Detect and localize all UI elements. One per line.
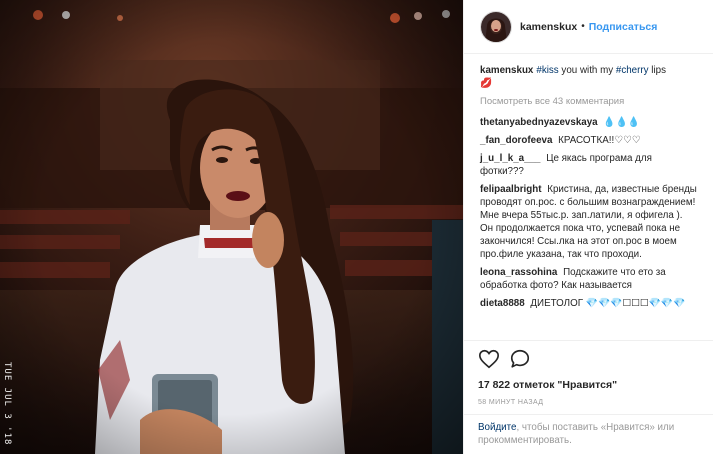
header-username[interactable]: kamenskux [520,21,577,33]
likes-count[interactable]: 17 822 отметок "Нравится" [478,379,702,391]
lips-emoji: 💋 [480,78,493,89]
caption: kamenskux #kiss you with my #cherry lips … [480,64,697,90]
photo-datestamp: TUE JUL 3 '18 [2,362,12,446]
comment-username[interactable]: dieta8888 [480,298,525,309]
action-icons [478,347,702,371]
comment-item: dieta8888 ДИЕТОЛОГ 💎💎💎☐☐☐💎💎💎 [480,297,697,310]
login-link[interactable]: Войдите [478,422,516,433]
comment-text: Кристина, да, известные бренды проводят … [480,184,697,260]
follow-button[interactable]: Подписаться [589,21,658,33]
heart-icon[interactable] [478,348,500,370]
comment-item: felipaalbright Кристина, да, известные б… [480,183,697,261]
post-sidebar: kamenskux • Подписаться kamenskux #kiss y… [463,0,713,454]
post-actions: 17 822 отметок "Нравится" 58 МИНУТ НАЗАД [464,340,713,406]
caption-text: you with my [558,65,616,76]
comment-text: КРАСОТКА!!♡♡♡ [558,135,641,146]
photo-illustration [0,0,463,454]
caption-text-end: lips [648,65,666,76]
comment-text: 💧💧💧 [603,117,640,128]
comment-username[interactable]: j_u_l_k_a___ [480,153,540,164]
comment-username[interactable]: felipaalbright [480,184,542,195]
caption-username[interactable]: kamenskux [480,65,533,76]
comment-username[interactable]: leona_rassohina [480,267,557,278]
view-all-comments-link[interactable]: Посмотреть все 43 комментария [480,96,697,107]
comment-icon[interactable] [509,348,531,370]
instagram-post: TUE JUL 3 '18 kamenskux • Подписаться ka… [0,0,713,454]
comment-item: j_u_l_k_a___ Це якась програма для фотки… [480,152,697,178]
post-header: kamenskux • Подписаться [464,0,713,54]
comment-username[interactable]: _fan_dorofeeva [480,135,552,146]
avatar-image [481,11,511,42]
post-timestamp: 58 МИНУТ НАЗАД [478,399,544,406]
hashtag-link[interactable]: #kiss [536,65,558,76]
comment-item: _fan_dorofeeva КРАСОТКА!!♡♡♡ [480,134,697,147]
post-photo[interactable]: TUE JUL 3 '18 [0,0,463,454]
comment-text: ДИЕТОЛОГ 💎💎💎☐☐☐💎💎💎 [530,298,686,309]
comment-username[interactable]: thetanyabednyazevskaya [480,117,598,128]
header-separator: • [581,21,585,32]
hashtag-link[interactable]: #cherry [616,65,649,76]
login-prompt: Войдите, чтобы поставить «Нравится» или … [464,414,713,454]
comments-section: kamenskux #kiss you with my #cherry lips … [464,54,713,330]
comment-item: thetanyabednyazevskaya 💧💧💧 [480,116,697,129]
comment-item: leona_rassohina Подскажите что ето за об… [480,266,697,292]
avatar[interactable] [480,10,512,43]
